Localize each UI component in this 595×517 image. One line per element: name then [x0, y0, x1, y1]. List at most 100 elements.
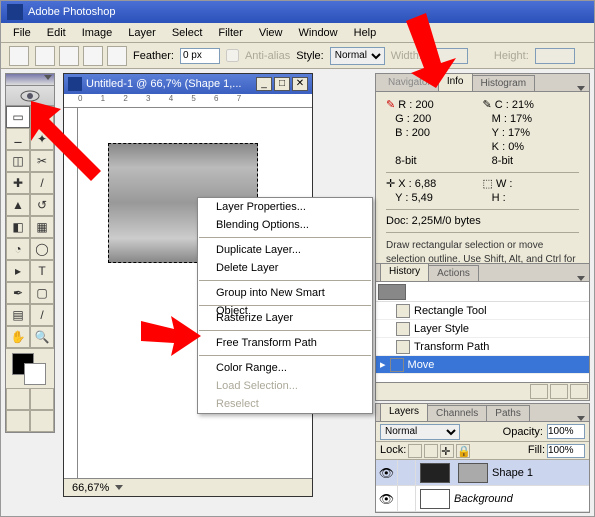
layer-name[interactable]: Shape 1: [492, 467, 533, 479]
tab-layers[interactable]: Layers: [380, 403, 428, 421]
maximize-button[interactable]: □: [274, 77, 290, 91]
history-item[interactable]: Rectangle Tool: [376, 302, 589, 320]
menu-edit[interactable]: Edit: [39, 25, 74, 41]
menu-image[interactable]: Image: [74, 25, 121, 41]
ctx-delete-layer[interactable]: Delete Layer: [198, 259, 372, 277]
marquee-tool-icon[interactable]: [9, 46, 29, 66]
layer-style-icon: [396, 322, 410, 336]
minimize-button[interactable]: _: [256, 77, 272, 91]
layer-name[interactable]: Background: [454, 493, 513, 505]
notes-tool[interactable]: ▤: [6, 304, 30, 326]
app-title: Adobe Photoshop: [28, 6, 115, 18]
panel-menu-icon[interactable]: [577, 86, 585, 91]
crop-tool[interactable]: ◫: [6, 150, 30, 172]
menu-window[interactable]: Window: [291, 25, 346, 41]
history-brush-tool[interactable]: ↺: [30, 194, 54, 216]
path-tool[interactable]: ▸: [6, 260, 30, 282]
type-tool[interactable]: T: [30, 260, 54, 282]
heal-tool[interactable]: ✚: [6, 172, 30, 194]
status-menu-icon[interactable]: [115, 485, 123, 490]
menu-help[interactable]: Help: [346, 25, 385, 41]
lock-pos-icon[interactable]: ✛: [440, 444, 454, 458]
ctx-duplicate-layer[interactable]: Duplicate Layer...: [198, 241, 372, 259]
close-button[interactable]: ✕: [292, 77, 308, 91]
ctx-group-smart-object[interactable]: Group into New Smart Object: [198, 284, 372, 302]
background-color[interactable]: [24, 363, 46, 385]
fill-input[interactable]: [547, 444, 585, 458]
history-snapshot[interactable]: [376, 282, 589, 302]
toolbox-header[interactable]: [6, 74, 54, 86]
lock-label: Lock:: [380, 444, 406, 458]
zoom-tool[interactable]: 🔍: [30, 326, 54, 348]
opacity-input[interactable]: [547, 424, 585, 439]
ctx-layer-properties[interactable]: Layer Properties...: [198, 198, 372, 216]
screen-mode-1[interactable]: [6, 410, 30, 432]
tab-history[interactable]: History: [380, 263, 429, 281]
gradient-tool[interactable]: ▦: [30, 216, 54, 238]
menu-filter[interactable]: Filter: [210, 25, 250, 41]
eye-icon[interactable]: 👁: [376, 460, 398, 486]
history-item[interactable]: ▸Move: [376, 356, 589, 374]
blur-tool[interactable]: ◔: [6, 238, 30, 260]
layer-mask-thumb[interactable]: [458, 463, 488, 483]
ctx-blending-options[interactable]: Blending Options...: [198, 216, 372, 234]
tab-actions[interactable]: Actions: [428, 265, 479, 281]
fill-label: Fill:: [528, 444, 545, 458]
ctx-rasterize-layer[interactable]: Rasterize Layer: [198, 309, 372, 327]
panel-menu-icon[interactable]: [577, 276, 585, 281]
dodge-tool[interactable]: ◯: [30, 238, 54, 260]
link-cell[interactable]: [398, 460, 416, 486]
tab-channels[interactable]: Channels: [427, 405, 487, 421]
feather-input[interactable]: [180, 48, 220, 64]
lasso-tool[interactable]: ــ: [6, 128, 30, 150]
zoom-level[interactable]: 66,67%: [72, 482, 109, 494]
layer-row[interactable]: 👁 Shape 1: [376, 460, 589, 486]
layer-row[interactable]: 👁 Background: [376, 486, 589, 512]
height-label: Height:: [494, 50, 529, 62]
lock-all-icon[interactable]: 🔒: [456, 444, 470, 458]
tab-histogram[interactable]: Histogram: [472, 75, 536, 91]
eraser-tool[interactable]: ◧: [6, 216, 30, 238]
sel-sub-icon[interactable]: [83, 46, 103, 66]
menu-layer[interactable]: Layer: [120, 25, 164, 41]
style-label: Style:: [296, 50, 324, 62]
style-select[interactable]: Normal: [330, 47, 385, 65]
pen-tool[interactable]: ✒: [6, 282, 30, 304]
document-titlebar[interactable]: Untitled-1 @ 66,7% (Shape 1,... _ □ ✕: [64, 74, 312, 94]
menu-view[interactable]: View: [251, 25, 291, 41]
quickmask-mode[interactable]: [30, 388, 54, 410]
menu-select[interactable]: Select: [164, 25, 211, 41]
ctx-free-transform-path[interactable]: Free Transform Path: [198, 334, 372, 352]
new-snapshot-icon[interactable]: [530, 384, 548, 399]
doc-size: Doc: 2,25M/0 bytes: [386, 214, 579, 228]
shape-tool[interactable]: ▢: [30, 282, 54, 304]
new-doc-icon[interactable]: [550, 384, 568, 399]
menu-file[interactable]: File: [5, 25, 39, 41]
ctx-color-range[interactable]: Color Range...: [198, 359, 372, 377]
marquee-tool[interactable]: ▭: [6, 106, 30, 128]
blend-mode-select[interactable]: Normal: [380, 424, 460, 440]
eyedropper-tool[interactable]: /: [30, 304, 54, 326]
layer-thumb[interactable]: [420, 463, 450, 483]
link-cell[interactable]: [398, 486, 416, 512]
layer-thumb[interactable]: [420, 489, 450, 509]
trash-icon[interactable]: [570, 384, 588, 399]
ctx-reselect: Reselect: [198, 395, 372, 413]
context-menu: Layer Properties... Blending Options... …: [197, 197, 373, 414]
screen-mode-2[interactable]: [30, 410, 54, 432]
history-item[interactable]: Layer Style: [376, 320, 589, 338]
stamp-tool[interactable]: ▲: [6, 194, 30, 216]
panel-menu-icon[interactable]: [577, 416, 585, 421]
sel-intersect-icon[interactable]: [107, 46, 127, 66]
annotation-arrow-2: [141, 311, 211, 364]
sel-add-icon[interactable]: [59, 46, 79, 66]
height-input: [535, 48, 575, 64]
eye-icon[interactable]: 👁: [376, 486, 398, 512]
sel-new-icon[interactable]: [35, 46, 55, 66]
lock-trans-icon[interactable]: [408, 444, 422, 458]
standard-mode[interactable]: [6, 388, 30, 410]
hand-tool[interactable]: ✋: [6, 326, 30, 348]
tab-paths[interactable]: Paths: [486, 405, 530, 421]
lock-pixels-icon[interactable]: [424, 444, 438, 458]
history-item[interactable]: Transform Path: [376, 338, 589, 356]
